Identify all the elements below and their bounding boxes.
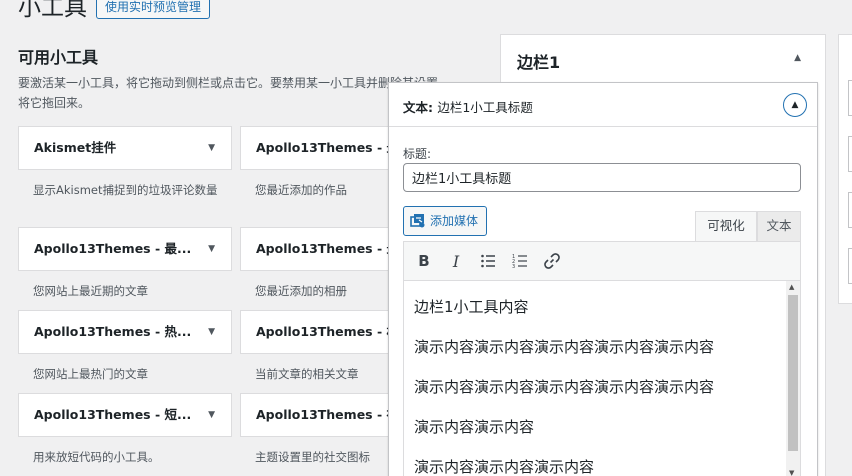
- scroll-down-icon[interactable]: ▼: [789, 469, 794, 476]
- widget-description: 您网站上最热门的文章: [33, 367, 148, 381]
- collapse-widget-button[interactable]: ▲: [783, 93, 807, 117]
- secondary-widget-stub[interactable]: [848, 248, 852, 284]
- media-icon: [410, 214, 425, 228]
- widget-instance-title: 边栏1小工具标题: [437, 100, 533, 115]
- chevron-up-icon: ▲: [791, 100, 799, 110]
- add-media-label: 添加媒体: [430, 214, 479, 228]
- widget-description: 用来放短代码的小工具。: [33, 450, 160, 464]
- sidebar-title[interactable]: 边栏1: [517, 49, 560, 73]
- scroll-up-icon[interactable]: ▲: [789, 283, 794, 291]
- widget-name: Apollo13Themes - 最...: [34, 241, 192, 256]
- scrollbar-thumb[interactable]: [788, 295, 798, 451]
- live-preview-button[interactable]: 使用实时预览管理: [96, 0, 211, 19]
- content-paragraph: 演示内容演示内容演示内容演示内容演示内容: [414, 378, 715, 396]
- widget-type-label: 文本:: [403, 100, 433, 115]
- content-editor[interactable]: 边栏1小工具内容 演示内容演示内容演示内容演示内容演示内容 演示内容演示内容演示…: [403, 281, 801, 476]
- bullet-list-icon[interactable]: [476, 249, 500, 273]
- text-widget-header[interactable]: 文本: 边栏1小工具标题 ▲: [389, 83, 817, 127]
- secondary-widget-stub[interactable]: [848, 80, 852, 116]
- italic-icon[interactable]: I: [444, 249, 468, 273]
- widget-shortcode[interactable]: Apollo13Themes - 短... ▼: [18, 393, 232, 437]
- link-icon[interactable]: [540, 249, 564, 273]
- tab-text[interactable]: 文本: [757, 211, 801, 241]
- editor-scrollbar[interactable]: ▲ ▼: [786, 281, 800, 476]
- title-field-label: 标题:: [403, 147, 432, 161]
- widget-name: Apollo13Themes - 短...: [34, 407, 192, 422]
- add-media-button[interactable]: 添加媒体: [403, 206, 488, 236]
- widget-akismet[interactable]: Akismet挂件 ▼: [18, 126, 232, 170]
- widget-recent-posts[interactable]: Apollo13Themes - 最... ▼: [18, 227, 232, 271]
- page-title: 小工具: [18, 0, 87, 21]
- widget-name: Apollo13Themes - 热...: [34, 324, 192, 339]
- chevron-down-icon[interactable]: ▼: [208, 127, 215, 169]
- widget-description: 显示Akismet捕捉到的垃圾评论数量: [33, 183, 218, 197]
- widget-popular-posts[interactable]: Apollo13Themes - 热... ▼: [18, 310, 232, 354]
- title-input[interactable]: [403, 163, 801, 192]
- widget-name: Akismet挂件: [34, 140, 117, 155]
- editor-content[interactable]: 边栏1小工具内容 演示内容演示内容演示内容演示内容演示内容 演示内容演示内容演示…: [414, 295, 784, 476]
- available-widgets-title: 可用小工具: [18, 48, 99, 67]
- numbered-list-icon[interactable]: 1 2 3: [508, 249, 532, 273]
- content-paragraph: 演示内容演示内容演示内容: [414, 458, 595, 476]
- chevron-down-icon[interactable]: ▼: [208, 394, 215, 436]
- secondary-widget-stub[interactable]: [848, 136, 852, 172]
- tab-visual[interactable]: 可视化: [695, 211, 757, 241]
- chevron-up-icon[interactable]: ▲: [794, 53, 801, 63]
- secondary-widget-stub[interactable]: [848, 192, 852, 228]
- chevron-down-icon[interactable]: ▼: [208, 228, 215, 270]
- widget-description: 您网站上最近期的文章: [33, 284, 148, 298]
- svg-text:3: 3: [512, 264, 515, 269]
- text-widget-editor: 文本: 边栏1小工具标题 ▲ 标题: 添加媒体 可视化 文本 B I: [388, 82, 818, 476]
- content-paragraph: 演示内容演示内容: [414, 418, 535, 436]
- bold-icon[interactable]: B: [412, 249, 436, 273]
- text-widget-header-title: 文本: 边栏1小工具标题: [403, 97, 533, 116]
- content-paragraph: 演示内容演示内容演示内容演示内容演示内容: [414, 338, 715, 356]
- chevron-down-icon[interactable]: ▼: [208, 311, 215, 353]
- content-paragraph: 边栏1小工具内容: [414, 298, 529, 316]
- editor-toolbar: B I 1 2 3: [403, 241, 801, 281]
